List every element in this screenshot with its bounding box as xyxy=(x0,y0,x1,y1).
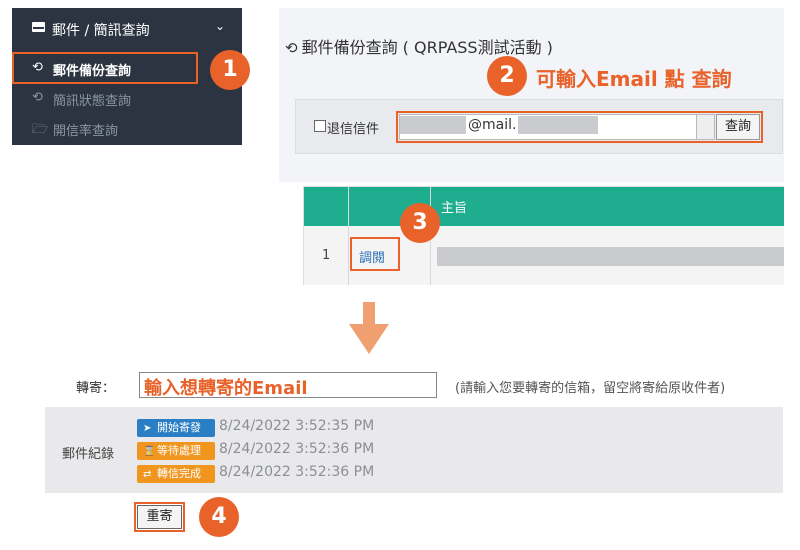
chevron-down-icon: ⌄ xyxy=(215,19,226,33)
down-arrow-icon xyxy=(363,302,375,326)
bounce-checkbox[interactable] xyxy=(314,120,326,132)
step-badge-2: 2 xyxy=(487,56,527,96)
log-timestamp: 8/24/2022 3:52:35 PM xyxy=(219,418,375,434)
forward-label: 轉寄： xyxy=(76,381,116,396)
step-badge-3: 3 xyxy=(400,203,440,243)
mail-log-label: 郵件紀錄 xyxy=(62,447,115,462)
page-title: ⟲ 郵件備份查詢 ( QRPASS測試活動 ) xyxy=(285,38,553,57)
highlight-step1 xyxy=(12,52,198,84)
column-header-subject: 主旨 xyxy=(441,201,468,216)
status-badge: ⌛ 等待處理 xyxy=(137,442,215,460)
sidebar-group-mail-sms[interactable]: 郵件 / 簡訊查詢 ⌄ xyxy=(12,8,242,52)
sidebar-group-label: 郵件 / 簡訊查詢 xyxy=(52,23,150,39)
log-timestamp: 8/24/2022 3:52:36 PM xyxy=(219,441,375,457)
step-badge-4: 4 xyxy=(199,497,239,537)
down-arrow-head xyxy=(349,324,389,354)
sidebar-item-open-rate[interactable]: 🗁 開信率查詢 xyxy=(12,114,242,144)
highlight-step4 xyxy=(134,502,185,532)
log-timestamp: 8/24/2022 3:52:36 PM xyxy=(219,464,375,480)
history-icon: ⟲ xyxy=(32,90,43,105)
column-divider xyxy=(348,187,349,285)
table-header: 主旨 xyxy=(304,187,784,226)
sidebar-item-label: 開信率查詢 xyxy=(53,124,119,139)
paper-plane-icon: ➤ xyxy=(143,423,152,434)
instruction-step2: 可輸入Email 點 查詢 xyxy=(536,67,732,91)
forward-hint: (請輸入您要轉寄的信箱，留空將寄給原收件者) xyxy=(455,381,726,396)
bounce-checkbox-label: 退信信件 xyxy=(327,122,380,137)
status-badge: ⇄ 轉信完成 xyxy=(137,465,215,483)
sidebar-item-sms-status[interactable]: ⟲ 簡訊狀態查詢 xyxy=(12,84,242,114)
envelope-icon xyxy=(32,22,45,32)
forward-email-value: 輸入想轉寄的Email xyxy=(144,378,308,399)
status-badge: ➤ 開始寄發 xyxy=(137,419,215,437)
redacted-subject xyxy=(437,247,784,266)
shuffle-icon: ⇄ xyxy=(143,469,152,480)
highlight-step3 xyxy=(350,237,400,271)
folder-open-icon: 🗁 xyxy=(32,122,49,137)
history-icon: ⟲ xyxy=(285,39,298,57)
step-badge-1: 1 xyxy=(210,50,250,90)
hourglass-icon: ⌛ xyxy=(143,446,156,457)
highlight-step2 xyxy=(396,111,763,143)
row-number: 1 xyxy=(322,248,331,263)
sidebar-item-label: 簡訊狀態查詢 xyxy=(53,94,132,109)
